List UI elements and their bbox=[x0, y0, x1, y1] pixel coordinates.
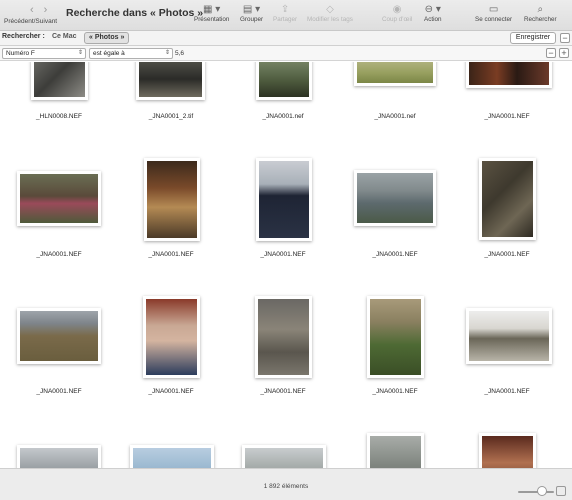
eye-icon: ◉ bbox=[392, 4, 402, 15]
file-thumbnail bbox=[136, 62, 205, 100]
remove-criteria-button[interactable]: − bbox=[546, 48, 556, 58]
ellipsis-icon: ⊖ ▾ bbox=[424, 4, 441, 15]
file-thumbnail bbox=[256, 62, 312, 100]
chevron-right-icon[interactable]: › bbox=[44, 4, 48, 16]
large-icon-size-icon bbox=[556, 486, 566, 496]
file-name: _JNA0001.NEF bbox=[36, 251, 82, 258]
criteria-value-field[interactable]: 5,6 bbox=[175, 48, 505, 59]
add-criteria-button[interactable]: + bbox=[559, 48, 569, 58]
search-icon: ⌕ bbox=[537, 4, 544, 15]
file-thumbnail bbox=[479, 433, 536, 468]
share-button[interactable]: ⇪ Partager bbox=[273, 3, 297, 23]
file-name: _JNA0001.NEF bbox=[260, 251, 306, 258]
nav-label: Précédent/Suivant bbox=[4, 18, 58, 25]
group-button[interactable]: ▤ ▾ Grouper bbox=[240, 3, 263, 23]
file-name: _JNA0001.nef bbox=[374, 113, 416, 120]
operator-value: est égale à bbox=[93, 50, 125, 57]
search-button[interactable]: ⌕ Rechercher bbox=[524, 3, 557, 23]
search-criteria-row: Numéro F ⇕ est égale à ⇕ 5,6 − + bbox=[0, 46, 572, 61]
file-thumbnail bbox=[17, 308, 101, 364]
connect-label: Se connecter bbox=[475, 16, 513, 23]
file-thumbnail bbox=[354, 62, 436, 86]
connect-button[interactable]: ▭ Se connecter bbox=[475, 3, 512, 23]
quicklook-label: Coup d'œil bbox=[382, 16, 413, 23]
window-title: Recherche dans « Photos » bbox=[66, 7, 204, 19]
chevron-left-icon[interactable]: ‹ bbox=[30, 4, 34, 16]
file-name: _JNA0001.NEF bbox=[148, 251, 194, 258]
presentation-button[interactable]: ▦ ▾ Présentation bbox=[194, 3, 229, 23]
file-thumbnail bbox=[256, 158, 312, 241]
file-name: _JNA0001.NEF bbox=[260, 388, 306, 395]
file-name: _JNA0001.NEF bbox=[36, 388, 82, 395]
scope-photos[interactable]: « Photos » bbox=[84, 32, 130, 44]
file-thumbnail bbox=[255, 296, 312, 378]
grid-view-icon: ▦ ▾ bbox=[203, 4, 221, 15]
file-thumbnail bbox=[143, 296, 200, 378]
share-icon: ⇪ bbox=[280, 4, 290, 15]
chevron-updown-icon: ⇕ bbox=[164, 50, 170, 56]
share-label: Partager bbox=[273, 16, 298, 23]
file-name: _JNA0001_2.tif bbox=[148, 113, 194, 120]
file-thumbnail bbox=[354, 170, 436, 226]
search-label: Rechercher bbox=[524, 16, 557, 23]
group-icon: ▤ ▾ bbox=[242, 4, 261, 15]
icon-size-slider-knob[interactable] bbox=[537, 486, 547, 496]
attribute-value: Numéro F bbox=[6, 50, 35, 57]
file-thumbnail bbox=[17, 171, 101, 226]
file-thumbnail bbox=[479, 158, 536, 240]
icon-size-slider[interactable] bbox=[518, 491, 554, 493]
status-bar: 1 892 éléments bbox=[0, 468, 572, 500]
file-thumbnail bbox=[17, 445, 101, 468]
file-thumbnail bbox=[130, 445, 214, 468]
edit-tags-button[interactable]: ◇ Modifier les tags bbox=[307, 3, 353, 23]
file-name: _JNA0001.nef bbox=[262, 113, 304, 120]
toolbar: ‹ › Précédent/Suivant Recherche dans « P… bbox=[0, 0, 572, 31]
attribute-select[interactable]: Numéro F ⇕ bbox=[2, 48, 86, 59]
file-name: _JNA0001.NEF bbox=[148, 388, 194, 395]
file-name: _JNA0001.NEF bbox=[484, 388, 530, 395]
search-scope-bar: Rechercher : Ce Mac « Photos » Enregistr… bbox=[0, 31, 572, 46]
file-name: _JNA0001.NEF bbox=[372, 388, 418, 395]
remove-scope-button[interactable]: − bbox=[560, 33, 570, 43]
file-name: _JNA0001.NEF bbox=[484, 251, 530, 258]
file-thumbnail bbox=[31, 62, 88, 100]
file-grid: _HLN0008.NEF _JNA0001_2.tif _JNA0001.nef… bbox=[0, 62, 572, 468]
quicklook-button[interactable]: ◉ Coup d'œil bbox=[382, 3, 412, 23]
scope-this-mac[interactable]: Ce Mac bbox=[52, 33, 77, 40]
presentation-label: Présentation bbox=[194, 16, 230, 23]
save-search-button[interactable]: Enregistrer bbox=[510, 32, 556, 44]
file-thumbnail bbox=[466, 62, 552, 88]
tag-icon: ◇ bbox=[326, 4, 334, 15]
file-thumbnail bbox=[144, 158, 200, 241]
file-name: _HLN0008.NEF bbox=[36, 113, 82, 120]
file-name: _JNA0001.NEF bbox=[372, 251, 418, 258]
file-thumbnail bbox=[367, 296, 424, 378]
search-scope-label: Rechercher : bbox=[2, 33, 45, 40]
action-button[interactable]: ⊖ ▾ Action bbox=[424, 3, 442, 23]
file-name: _JNA0001.NEF bbox=[484, 113, 530, 120]
tags-label: Modifier les tags bbox=[307, 16, 353, 23]
action-label: Action bbox=[424, 16, 442, 23]
group-label: Grouper bbox=[240, 16, 264, 23]
operator-select[interactable]: est égale à ⇕ bbox=[89, 48, 173, 59]
chevron-updown-icon: ⇕ bbox=[77, 50, 83, 56]
item-count: 1 892 éléments bbox=[263, 483, 309, 490]
file-thumbnail bbox=[242, 445, 326, 468]
file-thumbnail bbox=[367, 433, 424, 468]
file-thumbnail bbox=[466, 308, 552, 364]
monitor-icon: ▭ bbox=[488, 4, 499, 15]
nav-arrows: ‹ › bbox=[30, 4, 47, 16]
